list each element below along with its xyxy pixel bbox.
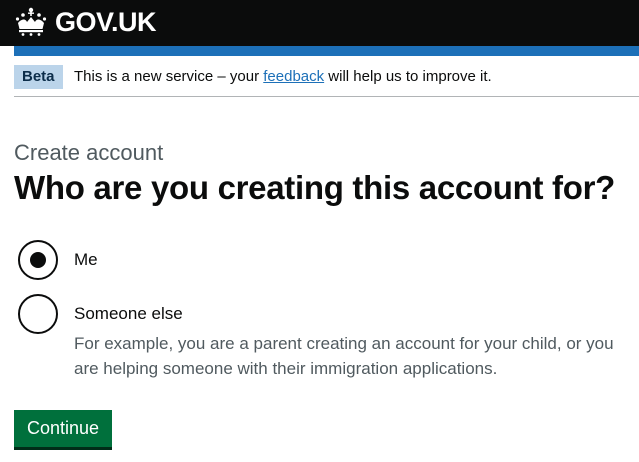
phase-banner: Beta This is a new service – your feedba… (14, 56, 639, 97)
radio-someone-else-hint: For example, you are a parent creating a… (74, 334, 614, 378)
phase-banner-text: This is a new service – your feedback wi… (74, 68, 492, 86)
header-stripe (14, 46, 639, 56)
beta-tag: Beta (14, 65, 63, 89)
govuk-logo-link[interactable]: GOV.UK (14, 5, 157, 39)
logo-text: GOV.UK (55, 6, 157, 37)
feedback-link[interactable]: feedback (263, 68, 324, 85)
phase-text-before: This is a new service – your (74, 68, 264, 85)
site-header: GOV.UK (0, 0, 639, 46)
crown-icon (15, 7, 47, 36)
radio-someone-else-button[interactable] (18, 294, 58, 334)
radio-someone-else-label[interactable]: Someone else (74, 303, 183, 325)
radio-selected-dot (30, 252, 46, 268)
page-caption: Create account (14, 140, 164, 165)
radio-me-button[interactable] (18, 240, 58, 280)
page-title: Who are you creating this account for? (14, 169, 616, 206)
phase-text-after: will help us to improve it. (324, 68, 492, 85)
radio-me-label[interactable]: Me (74, 249, 98, 271)
continue-button[interactable]: Continue (14, 410, 113, 447)
